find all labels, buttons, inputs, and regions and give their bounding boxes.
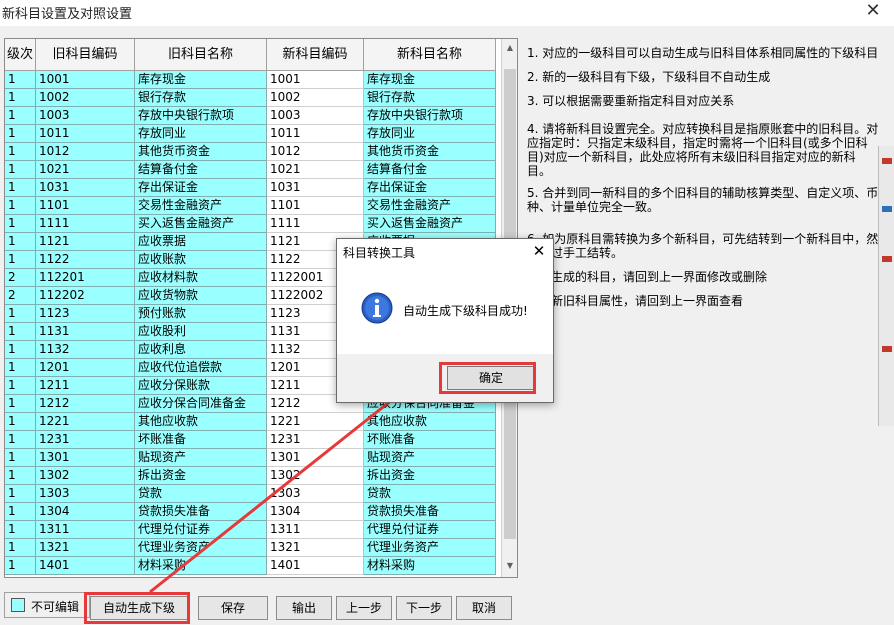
main-window: 新科目设置及对照设置 ✕ 级次 旧科目编码 旧科目名称 新科目编码 新科目名称 … bbox=[0, 0, 894, 625]
dialog-message: 自动生成下级科目成功! bbox=[403, 304, 528, 318]
dialog-close-button[interactable]: ✕ bbox=[529, 241, 549, 261]
ok-highlight-box bbox=[439, 362, 536, 394]
dialog-title: 科目转换工具 bbox=[343, 246, 416, 260]
info-icon bbox=[361, 292, 393, 324]
arrow-shaft bbox=[149, 390, 403, 594]
